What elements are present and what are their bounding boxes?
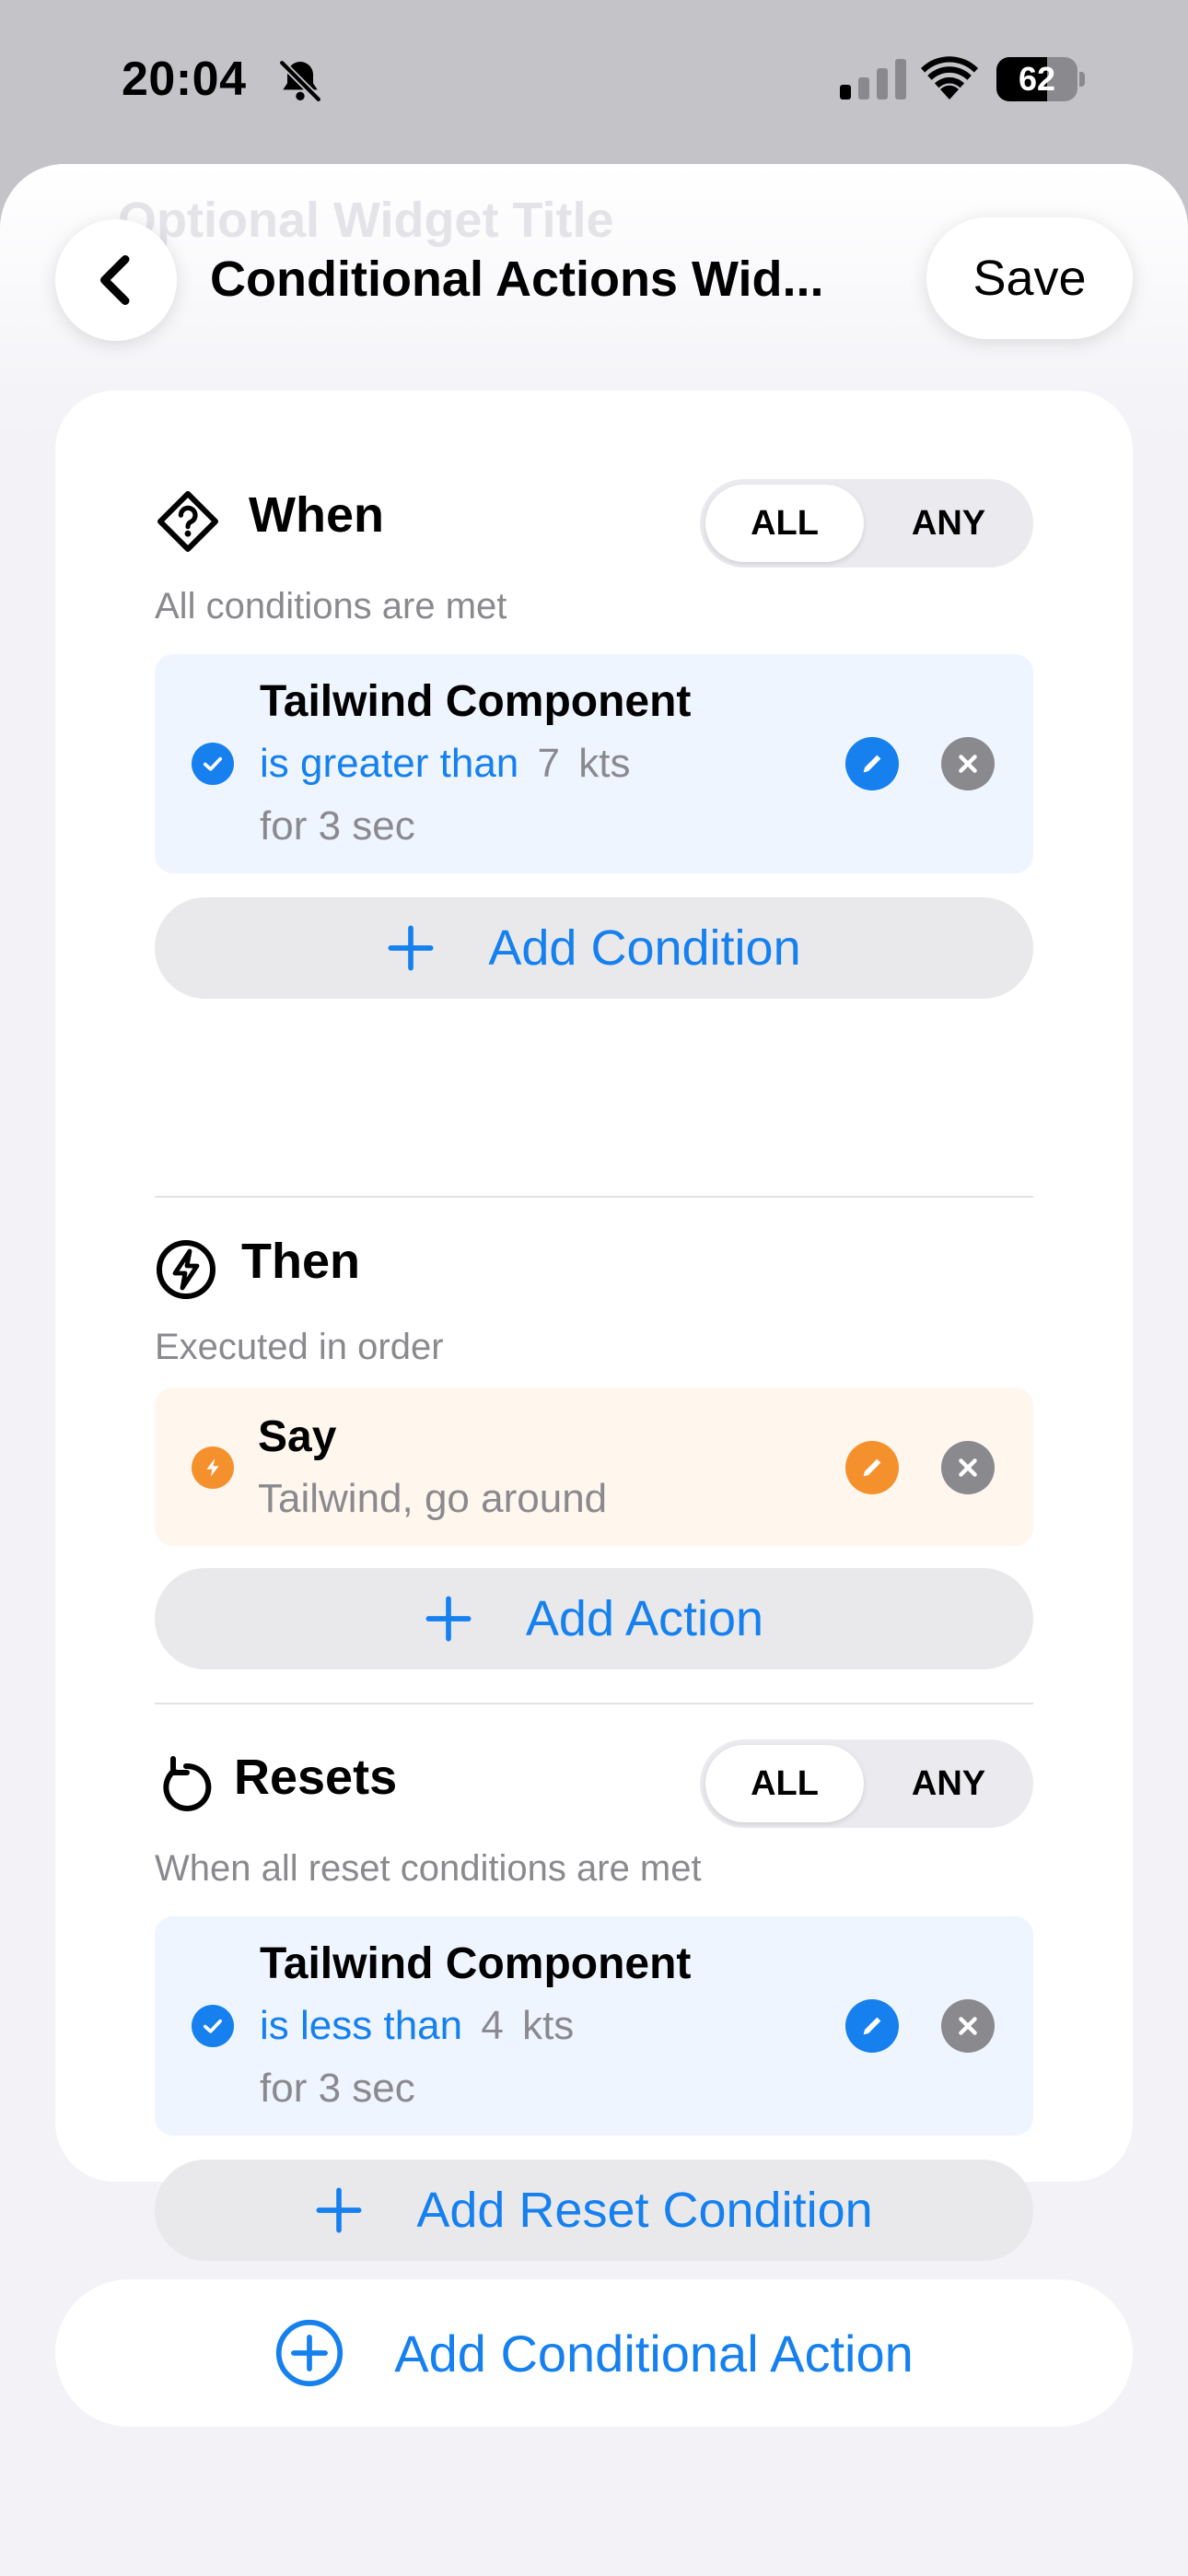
add-reset-condition-label: Add Reset Condition [416,2183,873,2238]
checkmark-circle-icon [192,2005,234,2047]
add-reset-condition-button[interactable]: Add Reset Condition [155,2160,1033,2261]
pencil-icon [863,2017,881,2035]
reset-condition-duration: for 3 sec [260,2066,415,2111]
when-match-segmented-control[interactable]: ALL ANY [700,479,1033,568]
battery-cap [1079,72,1085,87]
sheet: Optional Widget Title Conditional Action… [0,164,1188,2576]
question-diamond-icon [157,491,218,552]
then-section-title: Then [241,1234,360,1289]
when-section-title: When [249,487,384,543]
then-section-subtitle: Executed in order [155,1327,444,1367]
status-bar: 20:04 62 [0,0,1188,161]
condition-operator: is greater than [260,741,519,786]
remove-reset-condition-button[interactable] [941,1999,995,2053]
back-button[interactable] [55,219,177,341]
plus-icon [425,1596,472,1642]
battery-indicator: 62 [996,57,1085,101]
xmark-icon [959,2017,977,2035]
reset-condition-value: 4 [481,2003,504,2048]
edit-reset-condition-button[interactable] [845,1999,899,2053]
resets-section-subtitle: When all reset conditions are met [155,1848,702,1889]
when-segment-any[interactable]: ANY [869,485,1028,562]
when-segment-all[interactable]: ALL [705,485,864,562]
then-action-row[interactable]: Say Tailwind, go around [155,1388,1033,1546]
bolt-circle-icon [157,1240,215,1299]
signal-icon [840,59,906,100]
ghost-widget-title: Optional Widget Title [118,193,614,248]
add-condition-button[interactable]: Add Condition [155,897,1033,999]
condition-title: Tailwind Component [260,677,692,726]
condition-duration: for 3 sec [260,803,415,849]
battery-icon: 62 [996,57,1077,101]
condition-value: 7 [537,741,560,786]
bolt-icon [192,1446,234,1489]
remove-action-button[interactable] [941,1441,995,1494]
plus-circle-icon [276,2319,344,2387]
condition-unit: kts [578,741,631,786]
condition-expression: is greater than 7 kts [260,741,630,787]
save-button[interactable]: Save [926,217,1133,339]
section-divider [155,1703,1033,1704]
edit-action-button[interactable] [845,1441,899,1494]
edit-condition-button[interactable] [845,737,899,790]
pencil-icon [863,755,881,773]
page-title: Conditional Actions Wid... [210,252,824,307]
add-condition-label: Add Condition [488,920,801,976]
bell-slash-icon [278,59,322,103]
plus-icon [316,2187,362,2233]
add-conditional-action-button[interactable]: Add Conditional Action [55,2279,1133,2427]
reset-condition-title: Tailwind Component [260,1939,692,1988]
battery-percentage: 62 [1018,60,1056,98]
wifi-icon [921,56,978,100]
resets-match-segmented-control[interactable]: ALL ANY [700,1739,1033,1828]
reset-condition-expression: is less than 4 kts [260,2003,574,2049]
plus-icon [388,925,434,971]
xmark-icon [959,755,977,773]
remove-condition-button[interactable] [941,737,995,790]
action-detail: Tailwind, go around [258,1476,608,1521]
reset-condition-unit: kts [522,2003,575,2048]
resets-segment-any[interactable]: ANY [869,1745,1028,1822]
add-conditional-action-label: Add Conditional Action [394,2324,914,2383]
widget-config-card: When ALL ANY All conditions are met Tail… [55,391,1133,2261]
xmark-icon [959,1458,977,1477]
resets-section-title: Resets [234,1750,398,1805]
when-section-subtitle: All conditions are met [155,586,507,626]
action-title: Say [258,1412,337,1461]
reset-condition-row[interactable]: Tailwind Component is less than 4 kts fo… [155,1916,1033,2136]
arrow-counterclockwise-icon [163,1756,212,1811]
reset-condition-operator: is less than [260,2003,463,2048]
status-time: 20:04 [122,53,247,106]
pencil-icon [863,1458,881,1477]
checkmark-circle-icon [192,743,234,785]
add-action-label: Add Action [525,1591,764,1646]
add-action-button[interactable]: Add Action [155,1568,1033,1669]
section-divider [155,1196,1033,1198]
resets-segment-all[interactable]: ALL [705,1745,864,1822]
chevron-left-icon [100,255,130,305]
when-condition-row[interactable]: Tailwind Component is greater than 7 kts… [155,654,1033,873]
